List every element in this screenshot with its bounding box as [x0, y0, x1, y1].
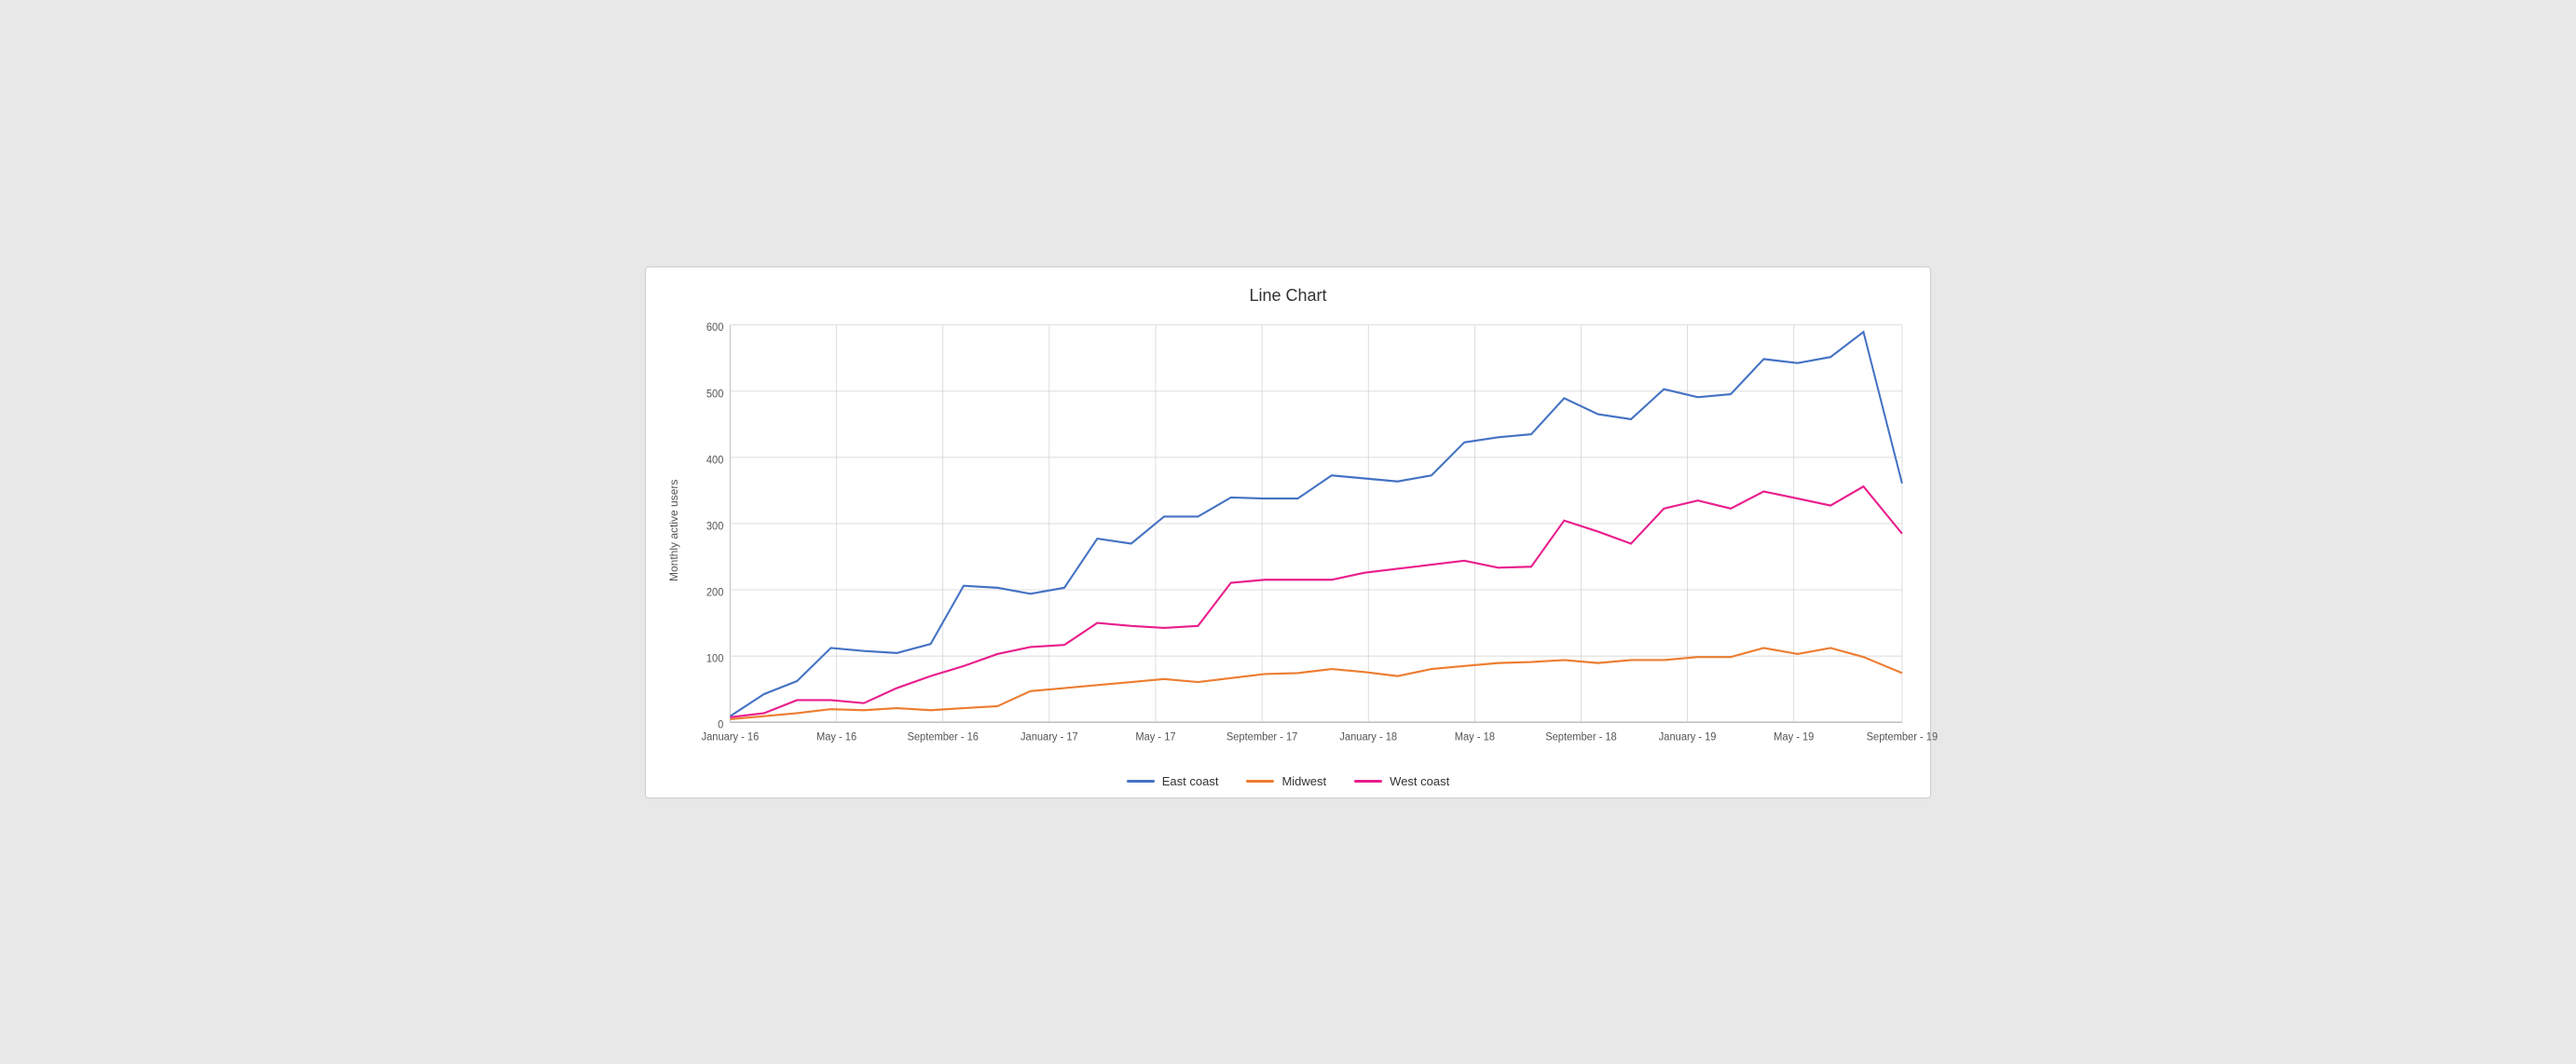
midwest-line — [730, 648, 1901, 718]
chart-container: Line Chart Monthly active users .grid-li… — [645, 266, 1931, 798]
svg-text:September - 19: September - 19 — [1867, 731, 1938, 743]
svg-text:January - 16: January - 16 — [702, 731, 760, 743]
legend-east-coast: East coast — [1127, 774, 1219, 788]
legend-midwest: Midwest — [1246, 774, 1326, 788]
svg-text:300: 300 — [706, 521, 724, 532]
svg-text:January - 18: January - 18 — [1339, 731, 1397, 743]
grid-and-lines: .grid-line { stroke: #d0d0d0; stroke-wid… — [688, 315, 1911, 746]
svg-text:January - 19: January - 19 — [1659, 731, 1717, 743]
chart-legend: East coast Midwest West coast — [665, 774, 1911, 788]
svg-text:0: 0 — [718, 719, 723, 730]
chart-area: Monthly active users .grid-line { stroke… — [665, 315, 1911, 746]
legend-west-coast: West coast — [1354, 774, 1449, 788]
west-coast-legend-label: West coast — [1390, 774, 1449, 788]
svg-text:January - 17: January - 17 — [1021, 731, 1078, 743]
svg-text:600: 600 — [706, 321, 724, 333]
svg-text:100: 100 — [706, 653, 724, 664]
chart-svg: .grid-line { stroke: #d0d0d0; stroke-wid… — [688, 315, 1911, 746]
svg-text:500: 500 — [706, 389, 724, 400]
svg-text:200: 200 — [706, 587, 724, 598]
svg-text:September - 18: September - 18 — [1545, 731, 1616, 743]
chart-title: Line Chart — [665, 286, 1911, 306]
svg-text:May - 19: May - 19 — [1774, 731, 1814, 743]
east-coast-line — [730, 332, 1901, 716]
west-coast-line — [730, 486, 1901, 717]
east-coast-legend-label: East coast — [1162, 774, 1219, 788]
midwest-legend-label: Midwest — [1281, 774, 1326, 788]
west-coast-legend-line — [1354, 780, 1382, 783]
svg-text:May - 16: May - 16 — [816, 731, 856, 743]
chart-inner: .grid-line { stroke: #d0d0d0; stroke-wid… — [688, 315, 1911, 746]
midwest-legend-line — [1246, 780, 1274, 783]
svg-text:May - 18: May - 18 — [1455, 731, 1495, 743]
y-axis-label: Monthly active users — [665, 315, 683, 746]
svg-text:May - 17: May - 17 — [1135, 731, 1175, 743]
svg-text:September - 16: September - 16 — [907, 731, 978, 743]
svg-text:400: 400 — [706, 455, 724, 466]
east-coast-legend-line — [1127, 780, 1155, 783]
svg-text:September - 17: September - 17 — [1226, 731, 1297, 743]
